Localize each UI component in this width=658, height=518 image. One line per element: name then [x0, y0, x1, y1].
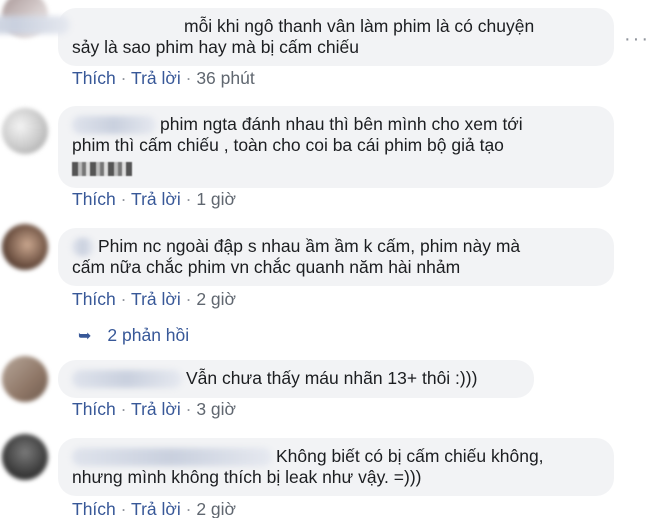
comment-line: mỗi khi ngô thanh vân làm phim là có chu… [0, 16, 600, 37]
like-button[interactable]: Thích [72, 399, 116, 419]
reply-arrow-icon: ➥ [78, 328, 92, 345]
comment-bubble: mỗi khi ngô thanh vân làm phim là có chu… [0, 8, 614, 66]
comment-line: cấm nữa chắc phim vn chắc quanh năm hài … [72, 257, 461, 277]
comment-line: phim thì cấm chiếu , toàn cho coi ba cái… [72, 135, 504, 155]
comment-line [72, 158, 600, 179]
commenter-name[interactable] [72, 238, 94, 257]
comment-bubble: Phim nc ngoài đập s nhau ầm ầm k cấm, ph… [58, 228, 614, 286]
comment-line: sảy là sao phim hay mà bị cấm chiếu [72, 37, 359, 57]
comment-bubble: Không biết có bị cấm chiếu không, nhưng … [58, 438, 614, 496]
comment-actions: Thích · Trả lời · 2 giờ [72, 499, 237, 518]
view-replies-link[interactable]: ➥ 2 phản hồi [78, 325, 189, 346]
comment-actions: Thích · Trả lời · 36 phút [72, 68, 255, 88]
replies-count[interactable]: 2 phản hồi [107, 325, 189, 345]
timestamp[interactable]: 1 giờ [196, 189, 236, 209]
like-button[interactable]: Thích [72, 189, 116, 209]
comment-actions: Thích · Trả lời · 3 giờ [72, 399, 237, 419]
timestamp[interactable]: 36 phút [196, 68, 254, 88]
comment-thread: mỗi khi ngô thanh vân làm phim là có chu… [0, 0, 658, 518]
comment-bubble: phim ngta đánh nhau thì bên mình cho xem… [58, 106, 614, 188]
commenter-name[interactable] [72, 370, 182, 389]
comment-bubble: Vẫn chưa thấy máu nhãn 13+ thôi :))) [58, 360, 534, 398]
avatar[interactable] [2, 108, 48, 154]
like-button[interactable]: Thích [72, 68, 116, 88]
commenter-name[interactable] [72, 116, 156, 135]
comment-line: Không biết có bị cấm chiếu không, [72, 446, 600, 467]
avatar[interactable] [2, 356, 48, 402]
like-button[interactable]: Thích [72, 289, 116, 309]
commenter-name[interactable] [72, 448, 272, 467]
comment-actions: Thích · Trả lời · 1 giờ [72, 189, 237, 209]
reply-button[interactable]: Trả lời [131, 189, 181, 209]
more-options-icon[interactable]: ··· [624, 28, 650, 51]
timestamp[interactable]: 3 giờ [196, 399, 236, 419]
censored-text [72, 162, 132, 177]
comment-actions: Thích · Trả lời · 2 giờ [72, 289, 237, 309]
timestamp[interactable]: 2 giờ [196, 499, 236, 518]
timestamp[interactable]: 2 giờ [196, 289, 236, 309]
comment-line: phim ngta đánh nhau thì bên mình cho xem… [72, 114, 600, 135]
reply-button[interactable]: Trả lời [131, 399, 181, 419]
avatar[interactable] [2, 434, 48, 480]
comment-line: nhưng mình không thích bị leak như vậy. … [72, 467, 422, 487]
commenter-name[interactable] [0, 16, 70, 34]
reply-button[interactable]: Trả lời [131, 499, 181, 518]
comment-line: Phim nc ngoài đập s nhau ầm ầm k cấm, ph… [72, 236, 600, 257]
avatar[interactable] [2, 224, 48, 270]
reply-button[interactable]: Trả lời [131, 68, 181, 88]
like-button[interactable]: Thích [72, 499, 116, 518]
reply-button[interactable]: Trả lời [131, 289, 181, 309]
comment-line: Vẫn chưa thấy máu nhãn 13+ thôi :))) [72, 368, 520, 389]
